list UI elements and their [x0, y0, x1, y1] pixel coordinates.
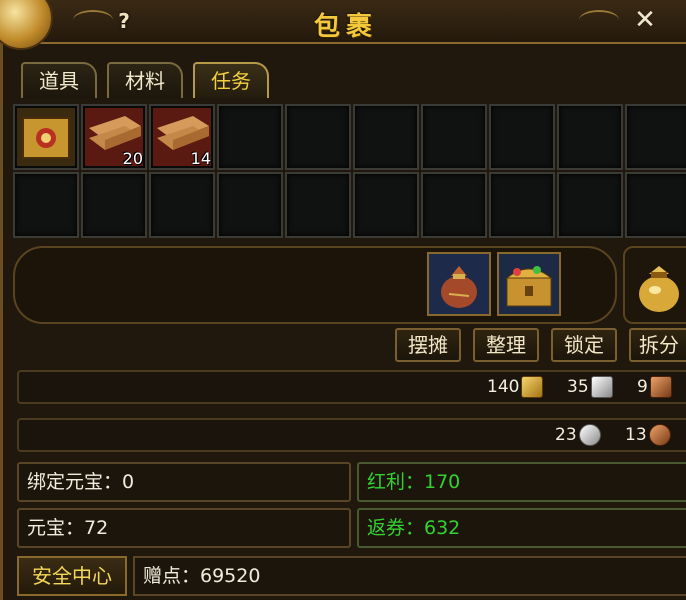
right-item-slot[interactable] [623, 246, 686, 324]
inventory-slot[interactable] [285, 104, 351, 170]
bonus-field: 红利：170 [357, 462, 686, 502]
gold-pouch-icon [639, 266, 679, 312]
close-button[interactable]: ✕ [631, 6, 659, 34]
inventory-slot[interactable] [13, 104, 79, 170]
category-tabs: 道具 材料 任务 [21, 62, 269, 98]
inventory-slot[interactable] [217, 104, 283, 170]
copper-coin-amount: 13 [625, 424, 671, 446]
inventory-slot[interactable] [625, 104, 686, 170]
stall-button[interactable]: 摆摊 [395, 328, 461, 362]
copper-amount: 9 [637, 376, 672, 398]
sort-button[interactable]: 整理 [473, 328, 539, 362]
inventory-slot[interactable] [149, 172, 215, 238]
inventory-slot[interactable] [13, 172, 79, 238]
item-count: 20 [122, 149, 143, 168]
copper-coin-value: 13 [625, 425, 647, 445]
gift-points-field: 赠点：69520 [133, 556, 686, 596]
inventory-slot[interactable] [625, 172, 686, 238]
lock-button[interactable]: 锁定 [551, 328, 617, 362]
inventory-slot[interactable] [489, 172, 555, 238]
currency-row-bars: 140 35 9 [17, 370, 686, 404]
copper-coin-icon [648, 424, 671, 446]
tab-quest[interactable]: 任务 [193, 62, 269, 98]
safety-center-button[interactable]: 安全中心 [17, 556, 127, 596]
gold-bar-icon [521, 376, 544, 398]
title-ornament-right [579, 10, 619, 30]
inventory-window: ? 包裹 ✕ 道具 材料 任务 20 14 摆摊 整理 锁定 拆分 140 35… [0, 0, 686, 600]
silver-bar-icon [590, 376, 613, 398]
inventory-slot[interactable] [285, 172, 351, 238]
inventory-slot[interactable] [421, 104, 487, 170]
tab-props[interactable]: 道具 [21, 62, 97, 98]
copper-value: 9 [637, 377, 648, 397]
tab-materials[interactable]: 材料 [107, 62, 183, 98]
silver-coin-value: 23 [555, 425, 577, 445]
inventory-slot[interactable] [557, 104, 623, 170]
treasure-chest-icon [499, 254, 559, 314]
gold-amount: 140 [487, 376, 544, 398]
inventory-slot[interactable] [81, 172, 147, 238]
bound-yuanbao-field: 绑定元宝：0 [17, 462, 351, 502]
split-button[interactable]: 拆分 [629, 328, 686, 362]
golden-chest-box-icon [17, 108, 75, 166]
special-slot[interactable] [497, 252, 561, 316]
inventory-slot[interactable] [557, 172, 623, 238]
special-slot[interactable] [427, 252, 491, 316]
inventory-slot[interactable] [421, 172, 487, 238]
copper-bar-icon [649, 376, 672, 398]
silver-value: 35 [567, 377, 589, 397]
title-bar[interactable]: ? 包裹 ✕ [0, 0, 686, 50]
inventory-slot[interactable] [353, 104, 419, 170]
silver-coin-amount: 23 [555, 424, 601, 446]
item-count: 14 [190, 149, 211, 168]
gold-value: 140 [487, 377, 520, 397]
inventory-slot[interactable] [217, 172, 283, 238]
inventory-slot[interactable]: 20 [81, 104, 147, 170]
currency-row-coins: 23 13 [17, 418, 686, 452]
yuanbao-field: 元宝：72 [17, 508, 351, 548]
cloth-sack-icon [429, 254, 489, 314]
inventory-slot[interactable]: 14 [149, 104, 215, 170]
silver-coin-icon [578, 424, 601, 446]
inventory-slot[interactable] [489, 104, 555, 170]
voucher-field: 返券：632 [357, 508, 686, 548]
inventory-slot[interactable] [353, 172, 419, 238]
silver-amount: 35 [567, 376, 613, 398]
